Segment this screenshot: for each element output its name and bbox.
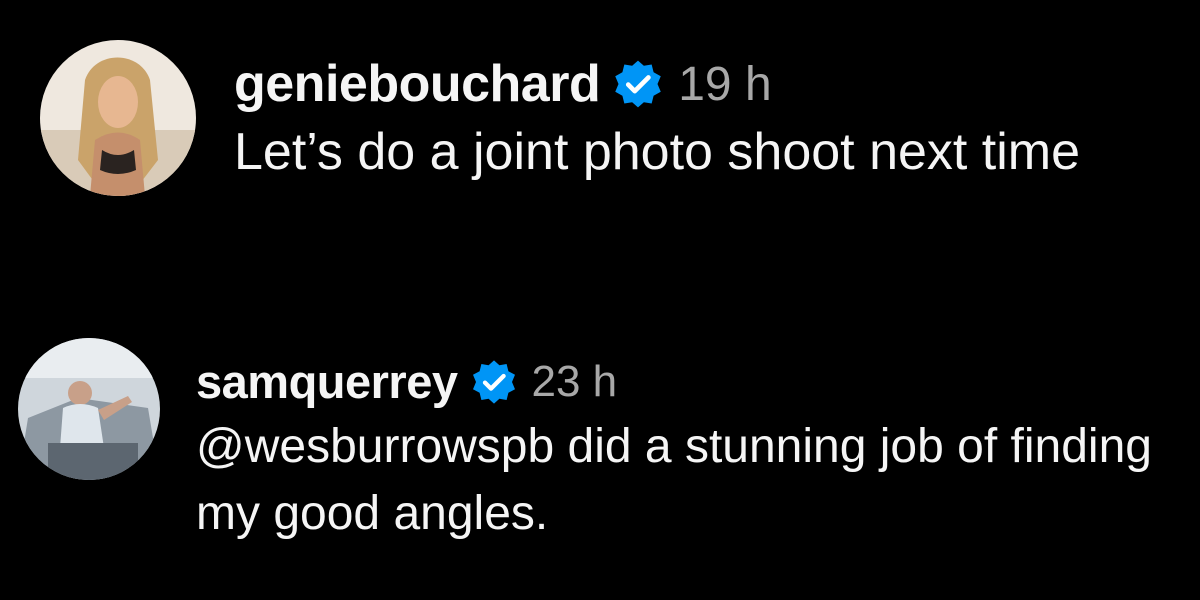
username[interactable]: geniebouchard — [234, 54, 601, 114]
comment-item: samquerrey 23 h @wesburrowspb did a stun… — [18, 338, 1186, 547]
avatar-photo — [18, 338, 160, 480]
comment-timestamp[interactable]: 23 h — [532, 357, 618, 407]
verified-badge-icon — [612, 58, 664, 110]
avatar[interactable] — [40, 40, 196, 196]
avatar-photo — [40, 40, 196, 196]
comment-item: geniebouchard 19 h Let’s do a joint phot… — [40, 40, 1194, 196]
username[interactable]: samquerrey — [196, 354, 458, 409]
comment-text: @wesburrowspb did a stunning job of find… — [196, 420, 1152, 541]
comment-text: Let’s do a joint photo shoot next time — [234, 123, 1081, 181]
verified-badge-icon — [470, 358, 518, 406]
avatar[interactable] — [18, 338, 160, 480]
comment-timestamp[interactable]: 19 h — [678, 57, 771, 112]
